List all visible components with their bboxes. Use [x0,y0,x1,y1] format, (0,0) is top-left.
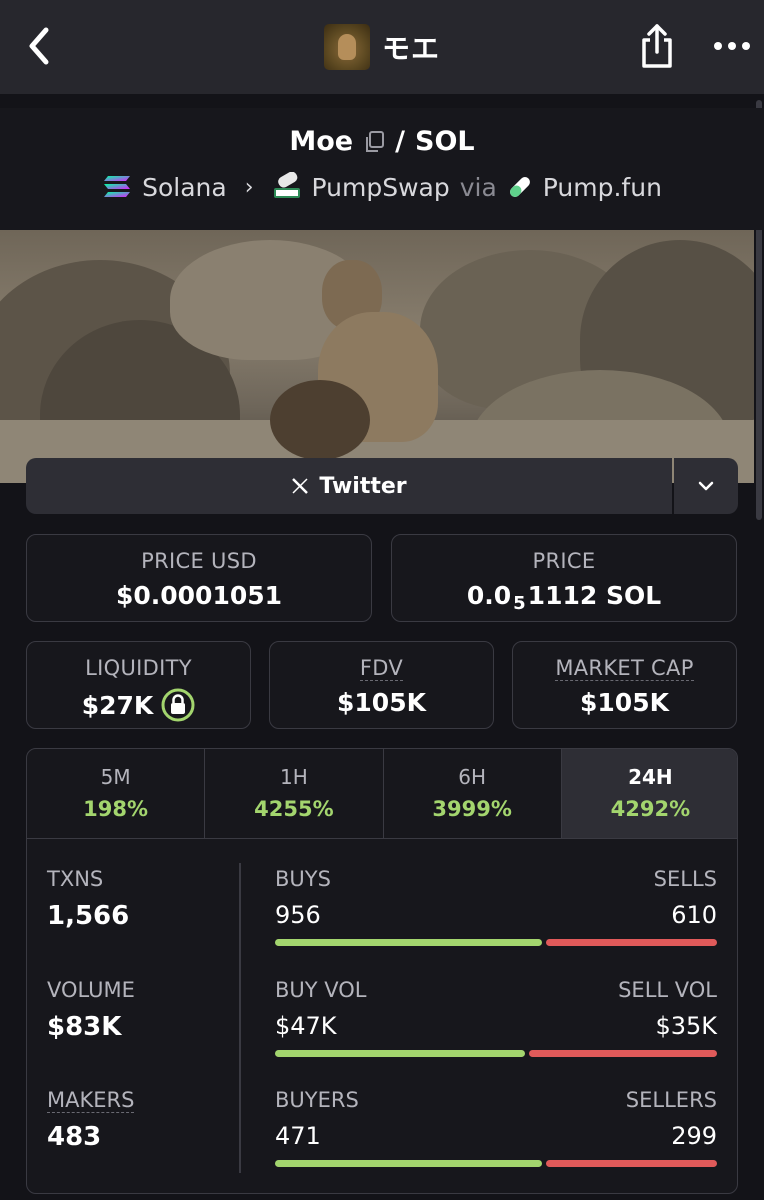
buyers-sellers-row: BUYERS SELLERS 471 299 [275,1088,717,1167]
launchpad-link[interactable]: Pump.fun [543,173,662,202]
x-logo-icon [292,478,309,494]
chevron-down-icon [698,481,714,491]
buy-bar [275,1160,542,1167]
pumpswap-icon [273,172,300,198]
timeframe-tabs: 5M 198% 1H 4255% 6H 3999% 24H 4292% [27,749,737,839]
buy-vol-value: $47K [275,1012,337,1040]
volume-label: VOLUME [47,978,135,1002]
buys-sells-row: BUYS SELLS 956 610 [275,867,717,946]
tab-5m[interactable]: 5M 198% [27,749,206,838]
buy-sell-volume-bar [275,1050,717,1057]
price-sol-zero-count: 5 [513,593,526,614]
price-sol-label: PRICE [532,549,596,573]
volume-value: $83K [47,1012,122,1042]
fdv-value: $105K [337,688,426,717]
price-sol-card: PRICE 0.0 5 1112 SOL [391,534,737,622]
more-options-button[interactable] [710,36,754,56]
dex-link[interactable]: PumpSwap [312,173,450,202]
tab-label: 1H [279,765,308,789]
copy-icon[interactable] [363,130,385,154]
market-cap-label[interactable]: MARKET CAP [555,656,694,681]
trading-stats-panel: 5M 198% 1H 4255% 6H 3999% 24H 4292% TXNS… [26,748,738,1194]
twitter-label: Twitter [319,473,407,499]
sell-bar [546,1160,717,1167]
makers-stat: MAKERS 483 [47,1088,135,1152]
tab-6h[interactable]: 6H 3999% [384,749,562,838]
tab-change: 3999% [432,797,512,821]
tab-change: 198% [83,797,149,821]
makers-value: 483 [47,1122,102,1152]
tab-label: 5M [100,765,131,789]
liquidity-label: LIQUIDITY [85,656,192,680]
top-nav-bar: モエ [0,0,764,94]
page-title: モエ [381,32,440,65]
sell-bar [546,939,717,946]
sell-bar [529,1050,717,1057]
tab-1h[interactable]: 1H 4255% [205,749,384,838]
pair-quote: SOL [415,126,475,157]
liquidity-card: LIQUIDITY $27K [26,641,251,729]
txns-label: TXNS [47,867,104,891]
price-usd-value: $0.0001051 [115,581,283,610]
socials-dropdown-button[interactable] [674,458,738,514]
tab-label: 24H [628,765,673,789]
via-label: via [459,172,497,202]
tab-change: 4292% [610,797,691,821]
share-icon [642,24,672,68]
buys-sells-bar [275,939,717,946]
pill-icon [509,177,530,197]
pair-base: Moe [289,126,354,157]
sells-label: SELLS [653,867,717,891]
pair-header: Moe / SOL Solana › PumpSwap via Pump.fun [0,108,764,230]
liquidity-value: $27K [81,690,154,720]
chain-link[interactable]: Solana [142,173,227,202]
buy-vol-label: BUY VOL [275,978,367,1002]
chain-breadcrumb: Solana › PumpSwap via Pump.fun [0,172,764,202]
price-sol-prefix: 0.0 [466,581,512,610]
solana-icon [104,176,131,197]
price-usd-label: PRICE USD [141,549,257,573]
buy-bar [275,1050,525,1057]
lock-icon[interactable] [161,688,195,722]
buyers-label: BUYERS [275,1088,359,1112]
buys-label: BUYS [275,867,331,891]
sell-vol-value: $35K [655,1012,717,1040]
price-usd-card: PRICE USD $0.0001051 [26,534,372,622]
sell-vol-label: SELL VOL [618,978,717,1002]
fdv-label[interactable]: FDV [359,656,404,681]
txns-value: 1,566 [47,901,130,931]
share-button[interactable] [636,22,678,72]
tab-change: 4255% [254,797,334,821]
more-dots-icon [714,42,750,50]
buyers-value: 471 [275,1122,321,1150]
token-avatar [323,24,370,70]
twitter-button[interactable]: Twitter [26,458,672,514]
chevron-right-icon: › [244,174,254,200]
volume-stat: VOLUME $83K [47,978,135,1042]
buyers-sellers-bar [275,1160,717,1167]
tab-24h[interactable]: 24H 4292% [561,749,737,838]
market-cap-card: MARKET CAP $105K [512,641,737,729]
buy-sell-volume-row: BUY VOL SELL VOL $47K $35K [275,978,717,1057]
tab-label: 6H [458,765,486,789]
token-banner-image [0,230,754,483]
sellers-label: SELLERS [625,1088,717,1112]
txns-stat: TXNS 1,566 [47,867,129,931]
sells-value: 610 [671,901,717,929]
pair-separator: / [395,126,405,157]
market-cap-value: $105K [580,688,669,717]
buys-value: 956 [275,901,321,929]
buy-bar [275,939,542,946]
stats-divider [239,863,241,1173]
fdv-card: FDV $105K [269,641,494,729]
sellers-value: 299 [671,1122,717,1150]
price-sol-suffix: 1112 SOL [527,581,662,610]
pair-title: Moe / SOL [0,126,764,157]
makers-label[interactable]: MAKERS [47,1088,135,1113]
